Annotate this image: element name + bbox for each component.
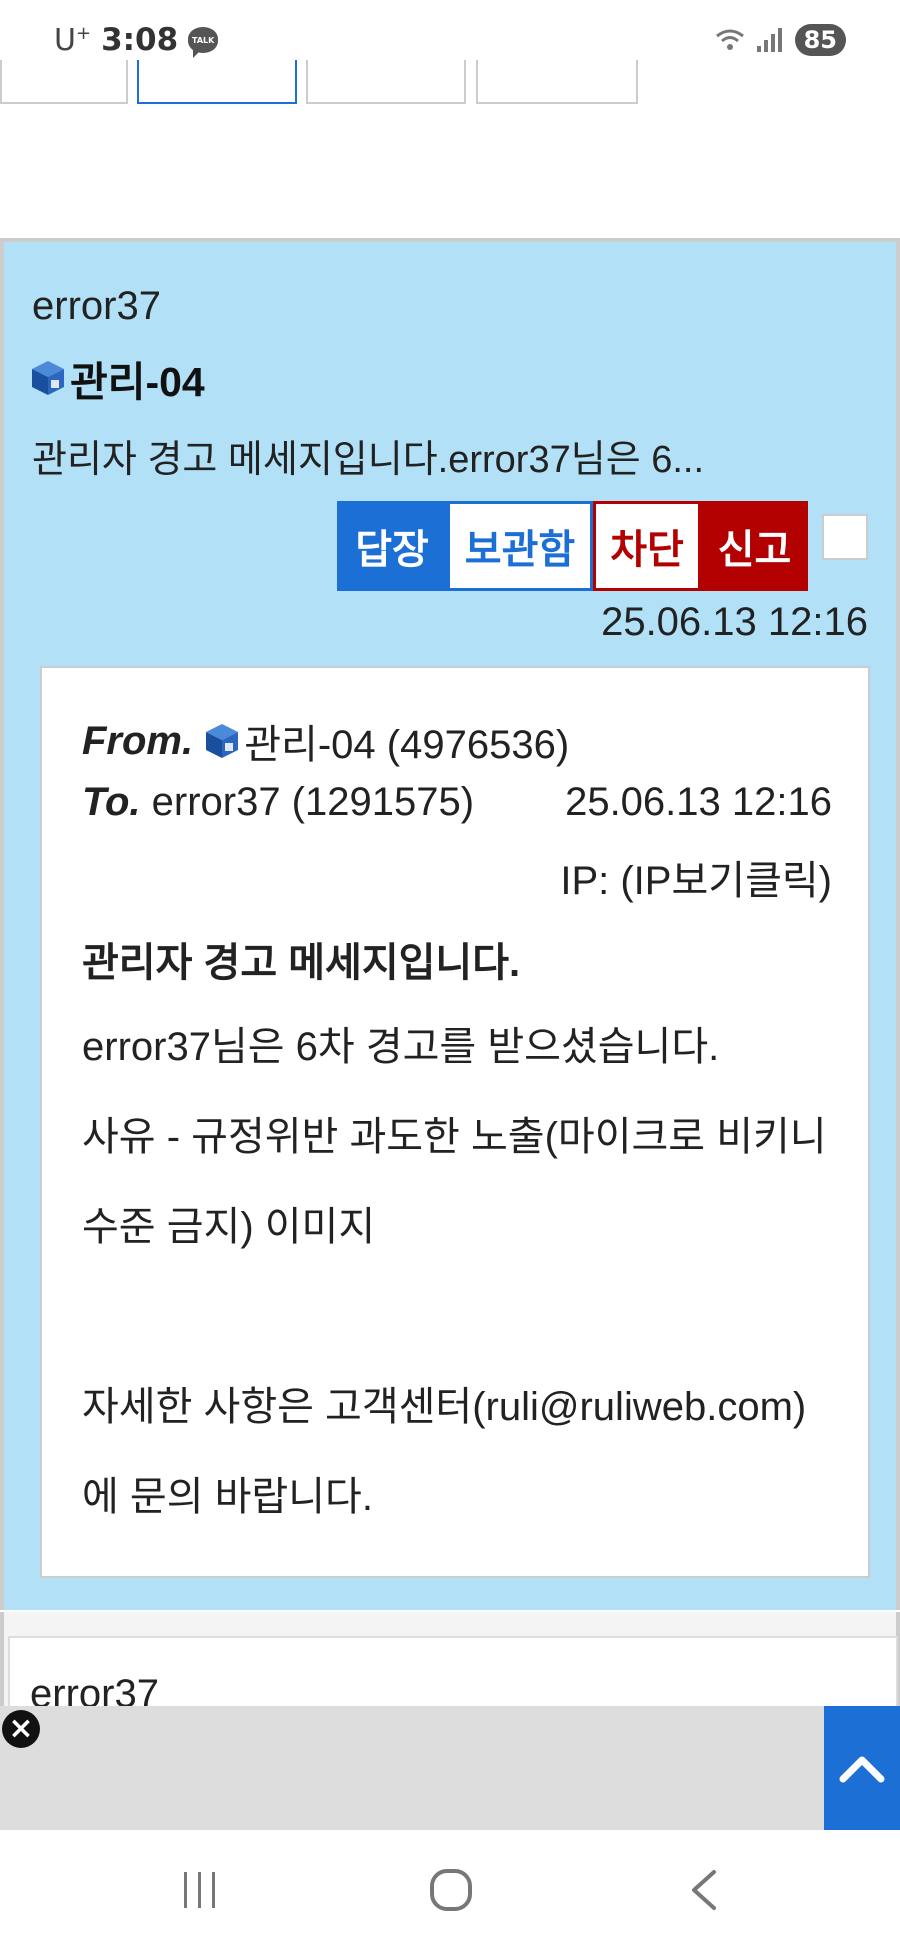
body-line (82, 1272, 842, 1362)
to-value[interactable]: error37 (1291575) (152, 780, 474, 824)
scroll-top-button[interactable] (824, 1706, 900, 1830)
home-icon (430, 1869, 472, 1911)
chevron-up-icon (839, 1756, 885, 1783)
cube-icon (32, 361, 64, 395)
back-button[interactable] (674, 1864, 734, 1916)
archive-button[interactable]: 보관함 (447, 501, 593, 591)
action-buttons: 답장 보관함 차단 신고 (337, 501, 808, 591)
from-value[interactable]: 관리-04 (4976536) (244, 712, 569, 770)
home-button[interactable] (421, 1864, 481, 1916)
message-detail: From. 관리-04 (4976536) To. error37 (12915… (40, 666, 870, 1578)
status-right: 85 (715, 24, 846, 56)
body-line: 자세한 사항은 고객센터(ruli@ruliweb.com)에 문의 바랍니다. (82, 1385, 807, 1519)
detail-date: 25.06.13 12:16 (565, 780, 832, 824)
tab-box[interactable] (306, 60, 466, 104)
message-card: error37 관리-04 관리자 경고 메세지입니다.error37님은 6.… (0, 238, 900, 1610)
select-checkbox[interactable] (822, 514, 868, 560)
to-label: To. (82, 780, 141, 824)
status-left: U+ 3:08 TALK (54, 22, 219, 58)
sender-id[interactable]: error37 (32, 284, 161, 329)
carrier-label: U+ (54, 22, 92, 58)
to-line: To. error37 (1291575) (82, 780, 474, 825)
body-line: error37님은 6차 경고를 받으셨습니다. (82, 1025, 720, 1069)
message-date: 25.06.13 12:16 (601, 600, 868, 644)
ad-banner[interactable]: × (0, 1706, 900, 1830)
message-subject: 관리자 경고 메세지입니다. (82, 941, 521, 985)
clock: 3:08 (101, 22, 179, 58)
body-line: 사유 - 규정위반 과도한 노출(마이크로 비키니 수준 금지) 이미지 (82, 1115, 827, 1249)
ip-link[interactable]: IP: (IP보기클릭) (560, 848, 832, 906)
tab-box-active[interactable] (137, 60, 297, 104)
wifi-icon (715, 29, 744, 50)
from-line: From. 관리-04 (4976536) (82, 712, 569, 770)
recent-apps-button[interactable] (170, 1864, 230, 1916)
cube-icon (206, 724, 239, 758)
block-button[interactable]: 차단 (593, 501, 701, 591)
signal-icon (756, 28, 782, 52)
from-label: From. (82, 718, 194, 763)
tab-box[interactable] (476, 60, 638, 104)
message-body: error37님은 6차 경고를 받으셨습니다. 사유 - 규정위반 과도한 노… (82, 1002, 842, 1542)
sender-name-label: 관리-04 (70, 359, 205, 405)
report-button[interactable]: 신고 (701, 501, 808, 591)
recent-apps-icon (184, 1872, 215, 1908)
message-preview[interactable]: 관리자 경고 메세지입니다.error37님은 6... (32, 428, 704, 483)
sender-name[interactable]: 관리-04 (30, 348, 205, 408)
reply-button[interactable]: 답장 (337, 501, 447, 591)
tab-box[interactable] (0, 60, 128, 104)
battery-badge: 85 (794, 24, 846, 56)
close-icon[interactable]: × (2, 1710, 40, 1748)
navigation-bar (0, 1830, 900, 1950)
next-message-card: error37 (0, 1612, 900, 1716)
talk-icon: TALK (188, 27, 219, 58)
back-icon (692, 1870, 716, 1910)
